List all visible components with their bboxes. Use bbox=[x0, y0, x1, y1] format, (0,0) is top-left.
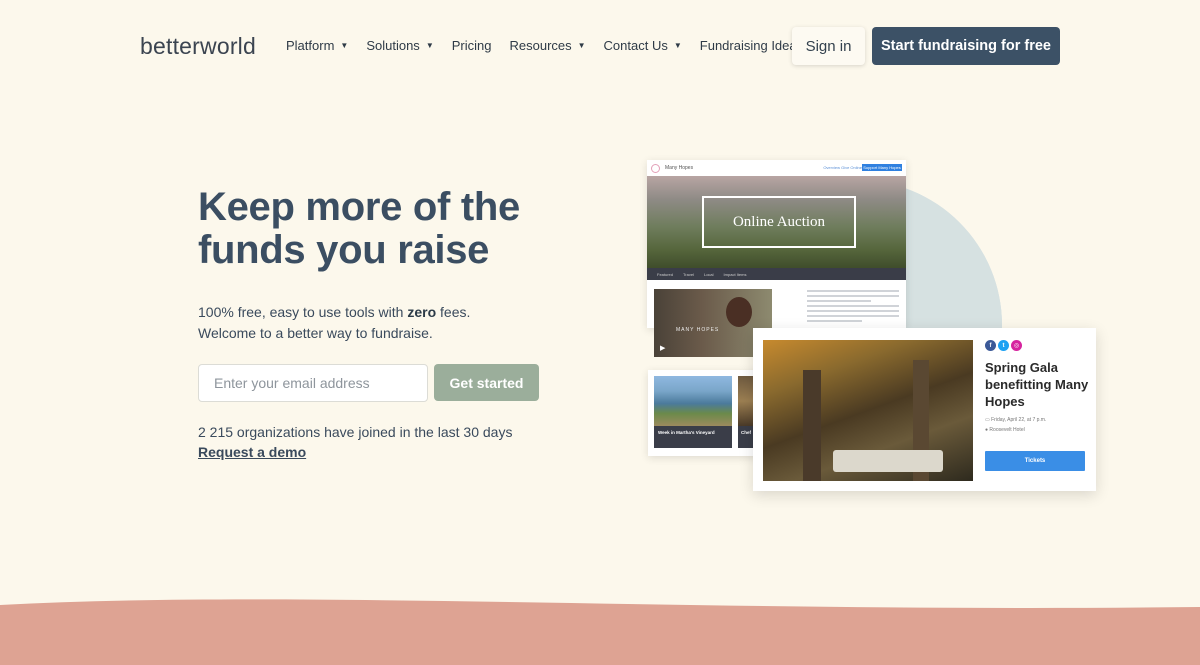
mockup-support-button: Support Many Hopes bbox=[862, 164, 902, 171]
menu-resources[interactable]: Resources ▼ bbox=[509, 38, 585, 53]
chevron-down-icon: ▼ bbox=[425, 41, 434, 50]
menu-label: Contact Us bbox=[603, 38, 668, 53]
facebook-icon: f bbox=[985, 340, 996, 351]
event-date-text: Friday, April 22, at 7 p.m. bbox=[991, 417, 1047, 423]
logo[interactable]: betterworld bbox=[140, 33, 256, 60]
menu-fundraising-ideas[interactable]: Fundraising Ideas bbox=[700, 38, 803, 53]
menu-label: Pricing bbox=[451, 38, 492, 53]
event-card-mockup: f t ◎ Spring Gala benefitting Many Hopes… bbox=[753, 328, 1096, 491]
top-nav: betterworld Platform ▼ Solutions ▼ Pricing… bbox=[140, 27, 1060, 65]
menu-label: Resources bbox=[509, 38, 572, 53]
menu-platform[interactable]: Platform ▼ bbox=[286, 38, 348, 53]
mockup-tabs: Featured Travel Local Impact Items bbox=[647, 268, 906, 280]
event-place: ● Roosevelt Hotel bbox=[985, 427, 1025, 433]
menu-pricing[interactable]: Pricing bbox=[452, 38, 492, 53]
mockup-org-name: Many Hopes bbox=[665, 165, 694, 171]
org-logo-icon bbox=[651, 163, 660, 173]
mockup-tab: Featured bbox=[657, 271, 674, 277]
get-started-button[interactable]: Get started bbox=[434, 364, 539, 401]
mockup-text-block bbox=[807, 290, 899, 325]
mockup-tab: Local bbox=[703, 271, 714, 277]
banner-title: Online Auction bbox=[702, 196, 856, 248]
social-icons: f t ◎ bbox=[985, 340, 1022, 351]
joined-count: 2 215 organizations have joined in the l… bbox=[198, 424, 513, 440]
request-demo-link[interactable]: Request a demo bbox=[198, 444, 306, 460]
event-place-text: Roosevelt Hotel bbox=[989, 427, 1025, 433]
sub-text: Welcome to a better way to fundraise. bbox=[198, 325, 433, 341]
mockup-links: Overview Give Online bbox=[823, 165, 862, 170]
event-title: Spring Gala benefitting Many Hopes bbox=[985, 360, 1089, 409]
tickets-button: Tickets bbox=[985, 451, 1085, 471]
twitter-icon: t bbox=[998, 340, 1009, 351]
mockup-header: Many Hopes Overview Give Online Support … bbox=[647, 160, 906, 176]
mockup-tab: Impact Items bbox=[723, 271, 747, 277]
mockup-tab: Travel bbox=[683, 271, 694, 277]
sub-bold: zero bbox=[407, 304, 437, 320]
main-menu: Platform ▼ Solutions ▼ Pricing Resources ▼ … bbox=[286, 38, 821, 53]
instagram-icon: ◎ bbox=[1011, 340, 1022, 351]
menu-contact[interactable]: Contact Us ▼ bbox=[604, 38, 682, 53]
menu-label: Solutions bbox=[366, 38, 420, 53]
chevron-down-icon: ▼ bbox=[673, 41, 682, 50]
auction-items-mockup: Week in Martha's Vineyard Chef bbox=[648, 370, 758, 456]
play-icon: ▶ bbox=[660, 345, 666, 352]
sub-text: fees. bbox=[436, 304, 471, 320]
sign-in-button[interactable]: Sign in bbox=[792, 27, 865, 65]
bottom-wave bbox=[0, 599, 1200, 665]
auction-card: Week in Martha's Vineyard bbox=[654, 376, 732, 448]
hero-headline: Keep more of the funds you raise bbox=[198, 185, 520, 272]
mockup-banner: Online Auction bbox=[647, 176, 906, 268]
chevron-down-icon: ▼ bbox=[340, 41, 349, 50]
event-photo bbox=[763, 340, 973, 481]
card-caption: Week in Martha's Vineyard bbox=[658, 430, 715, 435]
email-input[interactable] bbox=[198, 364, 428, 402]
sub-text: 100% free, easy to use tools with bbox=[198, 304, 408, 320]
event-date: ▭ Friday, April 22, at 7 p.m. bbox=[985, 417, 1046, 423]
chevron-down-icon: ▼ bbox=[577, 41, 586, 50]
menu-label: Fundraising Ideas bbox=[699, 38, 804, 53]
menu-label: Platform bbox=[286, 38, 335, 53]
video-caption: MANY HOPES bbox=[676, 327, 720, 333]
hero-subtext: 100% free, easy to use tools with zero f… bbox=[198, 302, 470, 344]
start-fundraising-button[interactable]: Start fundraising for free bbox=[872, 27, 1060, 65]
menu-solutions[interactable]: Solutions ▼ bbox=[366, 38, 433, 53]
